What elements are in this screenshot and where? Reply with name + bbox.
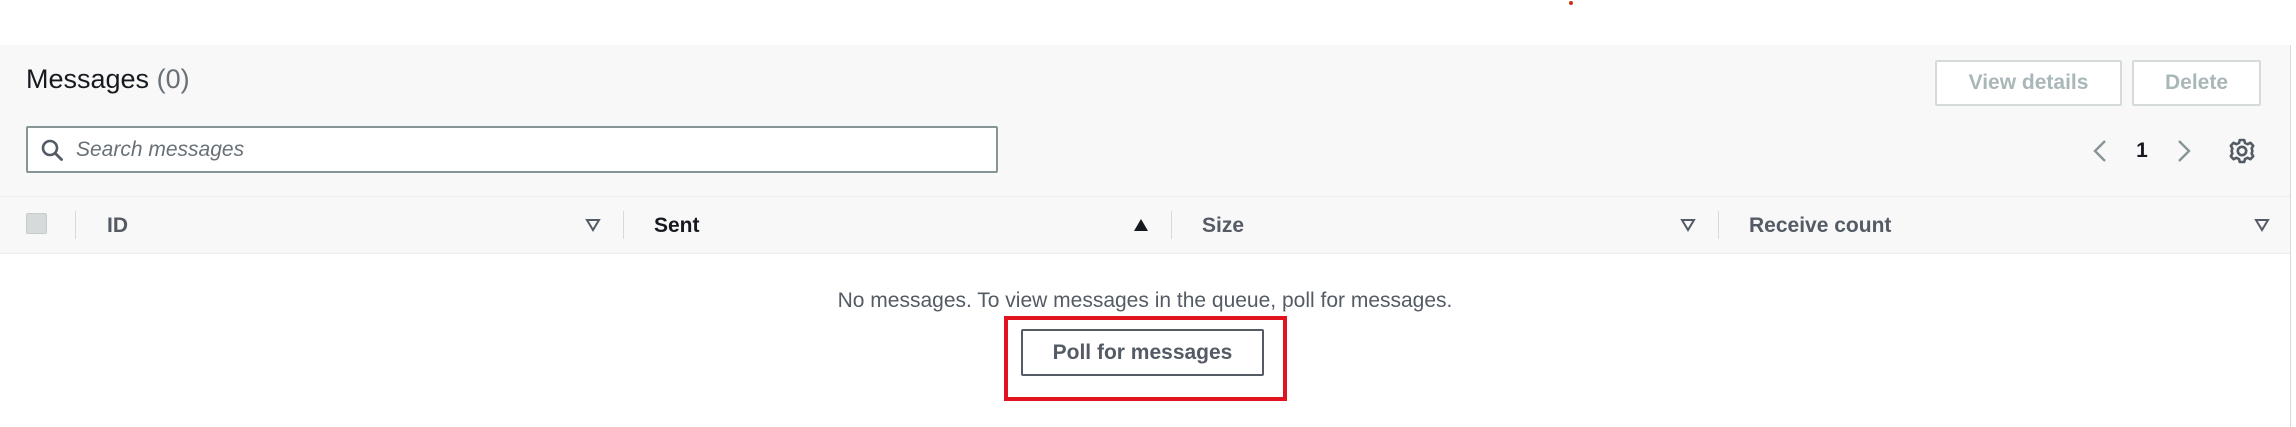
delete-label: Delete (2164, 71, 2229, 94)
marker-dot (1569, 1, 1573, 5)
page-number[interactable]: 1 (2131, 136, 2153, 166)
gear-icon[interactable] (2228, 137, 2256, 165)
sort-down-icon[interactable] (2254, 217, 2270, 233)
column-header-size[interactable]: Size (1202, 214, 1244, 238)
panel-header: Messages (0) View details Delete Search … (0, 45, 2290, 197)
message-count: (0) (156, 64, 190, 94)
column-divider (75, 211, 76, 239)
messages-panel: Messages (0) View details Delete Search … (0, 45, 2290, 427)
panel-title-text: Messages (26, 64, 150, 94)
scrollbar-track[interactable] (2290, 45, 2296, 427)
sort-down-icon[interactable] (585, 217, 601, 233)
chevron-left-icon[interactable] (2088, 136, 2112, 166)
search-icon (41, 139, 63, 161)
poll-button-label: Poll for messages (1052, 340, 1233, 364)
column-divider (1171, 211, 1172, 239)
select-all-checkbox[interactable] (26, 213, 47, 234)
panel-title: Messages (0) (26, 64, 190, 95)
delete-button[interactable]: Delete (2132, 60, 2261, 106)
column-divider (623, 211, 624, 239)
chevron-right-icon[interactable] (2172, 136, 2196, 166)
table-header: ID Sent Size Receive count (0, 197, 2290, 254)
sort-down-icon[interactable] (1680, 217, 1696, 233)
search-input[interactable]: Search messages (76, 138, 244, 162)
empty-state-message: No messages. To view messages in the que… (837, 289, 1453, 312)
search-field[interactable]: Search messages (26, 126, 998, 173)
poll-for-messages-button[interactable]: Poll for messages (1021, 329, 1264, 376)
top-strip (0, 0, 2296, 45)
column-header-sent[interactable]: Sent (654, 214, 700, 238)
sort-up-icon[interactable] (1133, 217, 1149, 233)
column-divider (1718, 211, 1719, 239)
column-header-id[interactable]: ID (107, 214, 128, 238)
column-header-receive-count[interactable]: Receive count (1749, 214, 1891, 238)
view-details-label: View details (1968, 71, 2089, 94)
view-details-button[interactable]: View details (1935, 60, 2122, 106)
